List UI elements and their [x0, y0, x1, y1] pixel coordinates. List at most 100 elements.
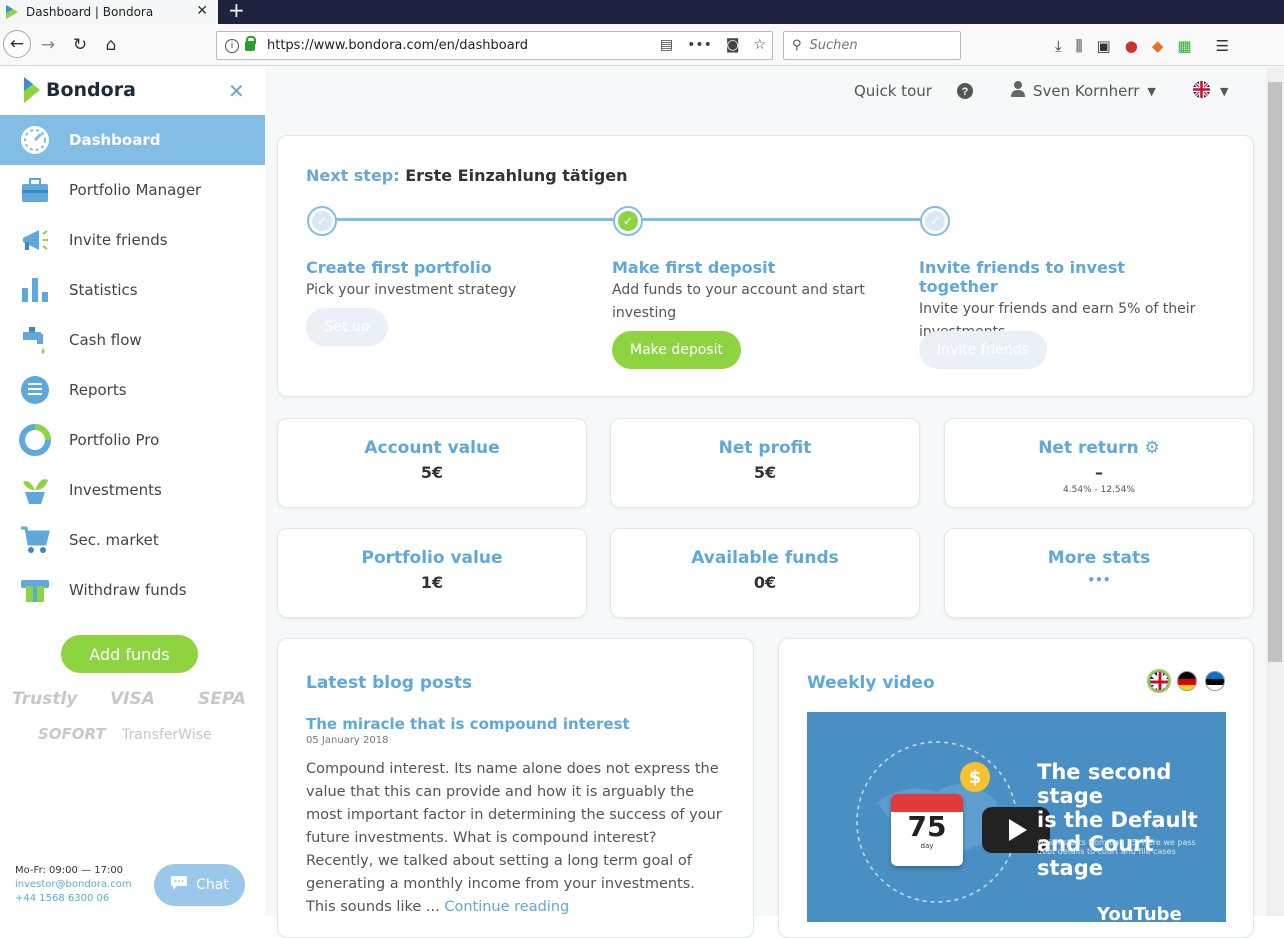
video-language-flags	[1149, 671, 1225, 691]
bookmark-star-icon[interactable]: ☆	[753, 37, 766, 53]
reader-view-icon[interactable]: ▤	[660, 37, 673, 53]
main-content: Quick tour ? Sven Kornherr ▼ ▼ Next step…	[265, 67, 1266, 938]
new-tab-icon[interactable]: +	[228, 0, 245, 22]
bar-chart-icon	[18, 273, 52, 307]
germany-flag-icon[interactable]	[1177, 671, 1197, 691]
account-value-card[interactable]: Account value 5€	[277, 418, 587, 508]
step-indicator: ✓	[613, 206, 643, 236]
megaphone-icon	[18, 223, 52, 257]
metamask-icon[interactable]: ◆	[1152, 37, 1164, 55]
bondora-logo[interactable]: Bondora	[24, 77, 136, 103]
step-indicator: ✓	[920, 206, 950, 236]
sidebar-toggle-icon[interactable]: ▣	[1097, 37, 1111, 55]
downloads-icon[interactable]: ⤓	[1055, 37, 1062, 55]
scrollbar-thumb[interactable]	[1268, 82, 1282, 662]
more-dots-icon: •••	[1087, 573, 1111, 587]
sidebar-menu: Dashboard Portfolio Manager Invite frien…	[0, 115, 265, 615]
home-icon[interactable]: ⌂	[98, 32, 124, 58]
blog-posts-card: Latest blog posts The miracle that is co…	[277, 638, 754, 938]
pocket-icon[interactable]: ◙	[726, 37, 740, 53]
weekly-video-card: Weekly video $ 75 day The second stage i…	[778, 638, 1254, 938]
extension-grid-icon[interactable]: ▦	[1177, 37, 1191, 55]
library-icon[interactable]: ⫼	[1076, 37, 1083, 55]
continue-reading-link[interactable]: Continue reading	[444, 899, 569, 915]
step-description: Pick your investment strategy	[306, 282, 517, 298]
more-stats-card[interactable]: More stats •••	[944, 528, 1254, 618]
reload-icon[interactable]: ↻	[67, 32, 93, 58]
blog-post-excerpt: Compound interest. Its name alone does n…	[306, 758, 726, 919]
net-profit-card[interactable]: Net profit 5€	[610, 418, 920, 508]
sidebar-item-portfolio-manager[interactable]: Portfolio Manager	[0, 165, 265, 215]
close-tab-icon[interactable]: ✕	[196, 3, 208, 19]
language-selector[interactable]: ▼	[1193, 80, 1228, 101]
sidebar-item-label: Statistics	[69, 281, 138, 299]
net-return-card[interactable]: Net return ⚙ – 4.54% - 12.54%	[944, 418, 1254, 508]
page-actions-icon[interactable]: •••	[687, 37, 712, 53]
blog-heading: Latest blog posts	[306, 673, 473, 693]
sidebar-item-cash-flow[interactable]: Cash flow	[0, 315, 265, 365]
checkmark-icon: ✓	[618, 211, 638, 231]
atm-icon	[18, 573, 52, 607]
available-funds-card[interactable]: Available funds 0€	[610, 528, 920, 618]
progress-line	[336, 218, 614, 221]
sidebar-item-dashboard[interactable]: Dashboard	[0, 115, 265, 165]
sidebar-item-reports[interactable]: Reports	[0, 365, 265, 415]
svg-text:?: ?	[962, 86, 969, 98]
add-funds-button[interactable]: Add funds	[61, 635, 198, 673]
support-hours: Mo-Fr: 09:00 — 17:00	[15, 865, 124, 876]
estonia-flag-icon[interactable]	[1205, 671, 1225, 691]
step-title: Invite friends to invest together	[919, 258, 1125, 296]
sidebar-item-label: Cash flow	[69, 331, 142, 349]
help-icon[interactable]: ?	[957, 81, 973, 101]
browser-tab[interactable]: Dashboard | Bondora ✕	[0, 0, 218, 24]
next-step-title: Next step: Erste Einzahlung tätigen	[306, 166, 628, 185]
sidebar-item-withdraw-funds[interactable]: Withdraw funds	[0, 565, 265, 615]
sidebar-item-investments[interactable]: Investments	[0, 465, 265, 515]
sidebar-item-invite-friends[interactable]: Invite friends	[0, 215, 265, 265]
calendar-unit: day	[920, 842, 934, 850]
sidebar-item-label: Sec. market	[69, 531, 159, 549]
search-field[interactable]: ⚲ Suchen	[783, 31, 961, 60]
support-email[interactable]: investor@bondora.com	[15, 878, 132, 892]
sidebar-item-label: Withdraw funds	[69, 581, 187, 599]
search-icon: ⚲	[792, 38, 802, 53]
info-icon[interactable]: i	[225, 38, 239, 53]
sidebar-item-label: Dashboard	[69, 131, 161, 149]
pie-chart-icon	[18, 423, 52, 457]
chat-button[interactable]: Chat	[154, 864, 245, 906]
bondora-favicon-icon	[6, 5, 18, 19]
close-sidebar-icon[interactable]: ✕	[228, 79, 245, 103]
blog-post-title[interactable]: The miracle that is compound interest	[306, 715, 630, 733]
invite-friends-button[interactable]: Invite friends	[919, 331, 1047, 369]
tab-title: Dashboard | Bondora	[26, 5, 154, 19]
extension-icon[interactable]: ●	[1125, 37, 1138, 55]
user-icon	[1011, 81, 1025, 101]
next-step-card: Next step: Erste Einzahlung tätigen ✓ ✓ …	[277, 135, 1254, 397]
step-title: Create first portfolio	[306, 258, 492, 277]
sidebar-item-sec-market[interactable]: Sec. market	[0, 515, 265, 565]
stat-label-row: Net return ⚙	[945, 438, 1253, 458]
youtube-logo: YouTube	[1097, 904, 1182, 922]
make-deposit-button[interactable]: Make deposit	[612, 331, 741, 369]
video-thumbnail[interactable]: $ 75 day The second stage is the Default…	[807, 712, 1226, 922]
quick-tour-link[interactable]: Quick tour	[854, 81, 932, 101]
browser-tab-bar: Dashboard | Bondora ✕ +	[0, 0, 1284, 24]
support-phone[interactable]: +44 1568 6300 06	[15, 892, 132, 906]
portfolio-value-card[interactable]: Portfolio value 1€	[277, 528, 587, 618]
user-menu[interactable]: Sven Kornherr ▼	[1011, 81, 1156, 101]
stat-label: Net profit	[718, 438, 812, 458]
uk-flag-icon[interactable]	[1149, 671, 1169, 691]
video-title-line: The second stage	[1037, 760, 1172, 808]
sidebar-item-portfolio-pro[interactable]: Portfolio Pro	[0, 415, 265, 465]
sidebar-item-statistics[interactable]: Statistics	[0, 265, 265, 315]
address-bar[interactable]: i https://www.bondora.com/en/dashboard ▤…	[216, 31, 773, 60]
settings-gear-icon[interactable]: ⚙	[1145, 438, 1160, 458]
step-make-deposit: Make first deposit Add funds to your acc…	[612, 258, 872, 325]
dollar-coin-icon: $	[960, 762, 990, 792]
forward-icon[interactable]: →	[35, 32, 61, 58]
back-icon[interactable]: ←	[3, 30, 31, 58]
set-up-button[interactable]: Set up	[306, 308, 388, 346]
menu-icon[interactable]: ☰	[1216, 37, 1229, 55]
stat-value: 5€	[753, 463, 777, 482]
stat-label: Account value	[364, 438, 500, 458]
